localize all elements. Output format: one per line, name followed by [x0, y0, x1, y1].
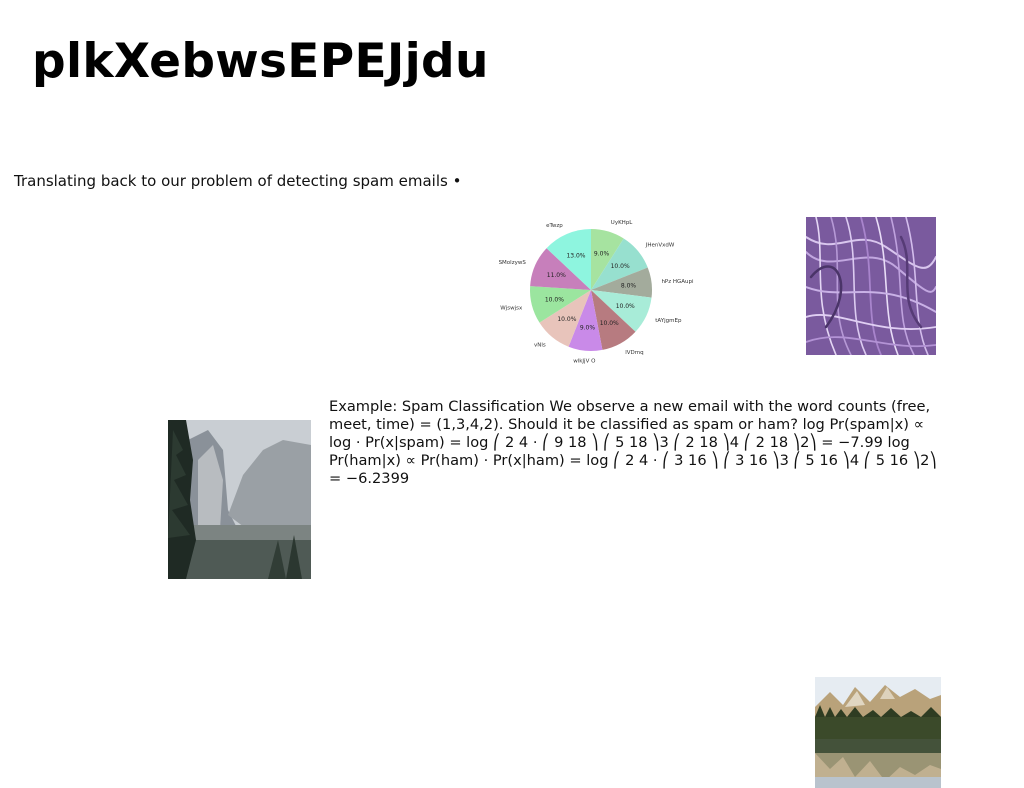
pie-category-label: lVDmq [625, 350, 643, 356]
pie-category-label: SMolzywS [499, 260, 527, 266]
mountain-lake-image [815, 677, 941, 788]
pie-category-label: JHenVxdW [645, 243, 675, 249]
pie-percent-label: 10.0% [611, 263, 630, 270]
purple-fibers-image [806, 217, 936, 355]
pie-percent-label: 10.0% [600, 320, 619, 327]
pie-percent-label: 11.0% [547, 272, 566, 279]
pie-category-label: eTwzp [546, 223, 563, 229]
pie-category-label: hPz HGAupi [661, 279, 694, 285]
pie-percent-label: 13.0% [566, 252, 585, 259]
example-text: Example: Spam Classification We observe … [329, 398, 937, 487]
pie-category-label: Wjswjsx [500, 306, 523, 312]
pie-percent-label: 10.0% [557, 316, 576, 323]
pie-category-label: tAYjgmEp [655, 318, 682, 324]
pie-category-label: wlkJjV O [573, 359, 596, 365]
misty-valley-image [168, 420, 311, 579]
pie-percent-label: 8.0% [621, 282, 637, 289]
pie-percent-label: 10.0% [545, 296, 564, 303]
page-title: plkXebwsEPEJjdu [32, 34, 489, 89]
pie-category-label: UyKHpL [611, 220, 634, 226]
pie-chart: 9.0% UyKHpL 10.0% JHenVxdW 8.0% hPz HGAupi 10.… [499, 220, 694, 365]
pie-percent-label: 9.0% [594, 251, 610, 258]
intro-text: Translating back to our problem of detec… [14, 172, 462, 190]
pie-percent-label: 10.0% [616, 303, 635, 310]
pie-percent-label: 9.0% [580, 325, 596, 332]
pie-category-label: vNls [534, 343, 546, 349]
